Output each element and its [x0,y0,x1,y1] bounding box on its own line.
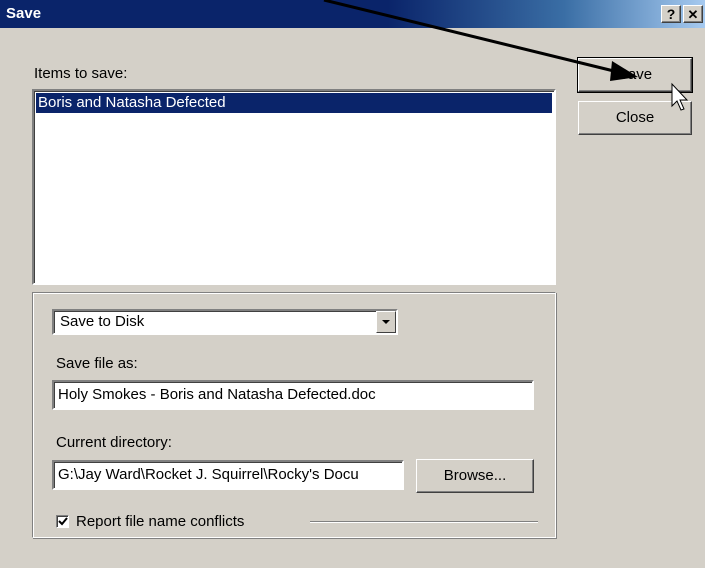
destination-dropdown[interactable]: Save to Disk [52,309,398,335]
current-directory-label: Current directory: [56,434,172,451]
group-divider [308,521,538,523]
close-button[interactable]: Close [578,101,692,135]
close-icon: ✕ [687,7,699,22]
window-title: Save [6,5,42,22]
current-directory-field[interactable]: G:\Jay Ward\Rocket J. Squirrel\Rocky's D… [52,460,404,490]
title-bar: Save ? ✕ [0,0,705,28]
save-button[interactable]: Save [577,57,693,93]
checkmark-icon [58,517,68,526]
save-file-as-field[interactable]: Holy Smokes - Boris and Natasha Defected… [52,380,534,410]
items-to-save-label: Items to save: [34,65,128,82]
report-conflicts-label: Report file name conflicts [76,513,245,530]
report-conflicts-checkbox[interactable] [56,515,69,528]
destination-value: Save to Disk [60,313,145,330]
help-button[interactable]: ? [661,5,681,23]
browse-button[interactable]: Browse... [416,459,534,493]
items-listbox[interactable]: Boris and Natasha Defected [32,89,556,285]
report-conflicts-option[interactable]: Report file name conflicts [52,512,310,532]
close-window-button[interactable]: ✕ [683,5,703,23]
list-item[interactable]: Boris and Natasha Defected [36,93,552,113]
save-file-as-label: Save file as: [56,355,138,372]
chevron-down-icon[interactable] [376,311,396,333]
